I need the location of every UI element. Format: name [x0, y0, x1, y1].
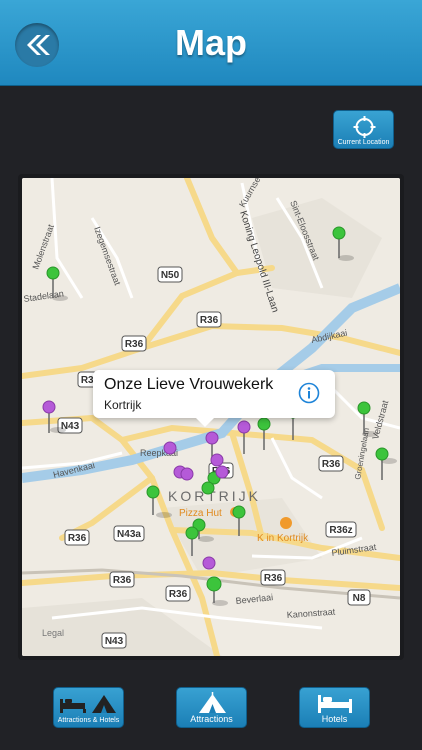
annotation-callout[interactable]: Onze Lieve Vrouwekerk Kortrijk — [93, 370, 335, 418]
svg-text:N43: N43 — [105, 636, 124, 647]
road-shield: R36 — [109, 571, 135, 588]
svg-text:R36: R36 — [113, 575, 132, 586]
road-shield: R36 — [121, 335, 147, 352]
tab-attractions-hotels[interactable]: Attractions & Hotels — [53, 687, 124, 728]
tab-label: Attractions & Hotels — [57, 717, 120, 724]
svg-text:R36: R36 — [322, 459, 341, 470]
map-pin[interactable] — [375, 447, 389, 461]
map-pin[interactable] — [210, 453, 224, 467]
city-label: KORTRIJK — [168, 488, 261, 504]
tab-label: Hotels — [321, 714, 348, 724]
map-pin[interactable] — [42, 400, 56, 414]
svg-text:N43a: N43a — [117, 529, 141, 540]
bed-tent-icon — [60, 695, 116, 713]
map-pin[interactable] — [146, 485, 160, 499]
bed-icon — [318, 695, 352, 713]
tab-attractions[interactable]: Attractions — [176, 687, 247, 728]
current-location-button[interactable]: Current Location — [333, 110, 394, 149]
current-location-label: Current Location — [337, 139, 390, 146]
map-pin[interactable] — [180, 467, 194, 481]
road-shield: R36 — [318, 455, 344, 472]
svg-text:R36: R36 — [169, 589, 188, 600]
svg-text:R36: R36 — [125, 339, 144, 350]
road-shield: R36 — [196, 311, 222, 328]
svg-text:N50: N50 — [161, 270, 180, 281]
header-bar: Map — [0, 0, 422, 86]
map-pin[interactable] — [206, 576, 222, 592]
tent-icon — [199, 692, 226, 713]
road-shield: N8 — [347, 589, 371, 606]
poi-label: Pizza Hut — [179, 508, 222, 519]
road-shield: N43 — [101, 632, 127, 649]
map-pin[interactable] — [232, 505, 246, 519]
map-pin[interactable] — [237, 420, 251, 434]
map-pin[interactable] — [46, 266, 60, 280]
info-icon[interactable] — [298, 382, 320, 404]
shopping-icon — [280, 517, 292, 529]
map-pin[interactable] — [205, 431, 219, 445]
map-pin[interactable] — [201, 481, 215, 495]
legal-link[interactable]: Legal — [42, 628, 64, 638]
callout-subtitle: Kortrijk — [104, 398, 142, 412]
road-shield: N50 — [157, 266, 183, 283]
tab-hotels[interactable]: Hotels — [299, 687, 370, 728]
svg-text:R36: R36 — [200, 315, 219, 326]
map-pin[interactable] — [357, 401, 371, 415]
map-pin[interactable] — [215, 465, 229, 479]
road-shield: R36 — [165, 585, 191, 602]
svg-text:R36z: R36z — [329, 525, 352, 536]
svg-text:N8: N8 — [353, 593, 366, 604]
svg-text:R36: R36 — [264, 573, 283, 584]
road-shield: R36 — [64, 529, 90, 546]
map-pin[interactable] — [185, 526, 199, 540]
svg-text:R36: R36 — [68, 533, 87, 544]
callout-pointer — [195, 417, 215, 427]
map-pin[interactable] — [163, 441, 177, 455]
road-shield: R36z — [325, 521, 357, 538]
tab-label: Attractions — [190, 714, 233, 724]
callout-title: Onze Lieve Vrouwekerk — [104, 376, 274, 393]
page-title: Map — [175, 22, 247, 63]
poi-label: K in Kortrijk — [257, 533, 309, 544]
road-shield: N43a — [113, 525, 145, 542]
map-pin[interactable] — [257, 417, 271, 431]
map-pin[interactable] — [332, 226, 346, 240]
road-shield: R36 — [260, 569, 286, 586]
map-pin[interactable] — [202, 556, 216, 570]
